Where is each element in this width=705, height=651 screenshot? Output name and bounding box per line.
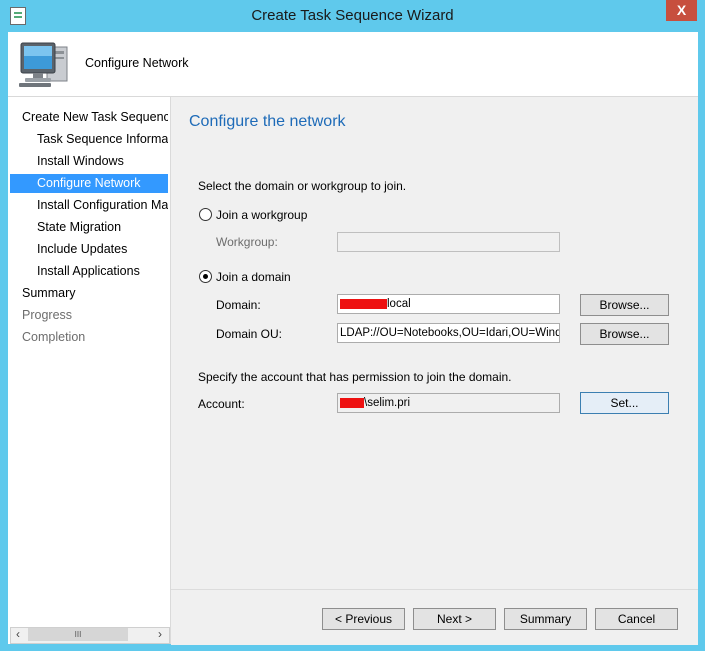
account-label: Account:: [198, 397, 245, 411]
join-workgroup-label[interactable]: Join a workgroup: [216, 208, 307, 222]
workgroup-label: Workgroup:: [216, 235, 278, 249]
domain-label: Domain:: [216, 298, 261, 312]
summary-button[interactable]: Summary: [504, 608, 587, 630]
computer-icon: [19, 42, 68, 87]
domain-ou-field[interactable]: LDAP://OU=Notebooks,OU=Idari,OU=Windows: [337, 323, 560, 343]
nav-item-create-new-task-sequence[interactable]: Create New Task Sequence: [22, 107, 168, 127]
nav-item-progress: Progress: [22, 308, 73, 322]
nav-item-install-windows[interactable]: Install Windows: [37, 151, 168, 171]
set-account-button[interactable]: Set...: [580, 392, 669, 414]
account-field: \selim.pri: [337, 393, 560, 413]
nav-item-configure-network[interactable]: Configure Network: [37, 173, 168, 193]
nav-item-summary[interactable]: Summary: [22, 283, 168, 303]
join-workgroup-radio[interactable]: [199, 208, 212, 221]
join-domain-label[interactable]: Join a domain: [216, 270, 291, 284]
nav-item-state-migration[interactable]: State Migration: [37, 217, 168, 237]
domain-value: local: [387, 298, 411, 310]
workgroup-field[interactable]: [337, 232, 560, 252]
page-heading: Configure the network: [189, 113, 346, 130]
radio-selected-dot: [203, 274, 208, 279]
account-value: \selim.pri: [364, 397, 411, 409]
header-title: Configure Network: [85, 56, 189, 70]
nav-item-install-configuration-manager[interactable]: Install Configuration Manager: [37, 195, 168, 215]
redacted-text: [340, 298, 387, 309]
nav-item-task-sequence-information[interactable]: Task Sequence Information: [37, 129, 168, 149]
scroll-right-arrow-icon[interactable]: ›: [152, 627, 168, 642]
join-instruction: Select the domain or workgroup to join.: [198, 179, 407, 193]
nav-item-install-applications[interactable]: Install Applications: [37, 261, 168, 281]
join-domain-radio[interactable]: [199, 270, 212, 283]
account-instruction: Specify the account that has permission …: [198, 370, 512, 384]
scroll-thumb[interactable]: III: [28, 628, 128, 641]
domain-ou-label: Domain OU:: [216, 327, 283, 341]
browse-domain-ou-button[interactable]: Browse...: [580, 323, 669, 345]
next-button[interactable]: Next >: [413, 608, 496, 630]
nav-item-completion: Completion: [22, 330, 86, 344]
previous-button[interactable]: < Previous: [322, 608, 405, 630]
scroll-left-arrow-icon[interactable]: ‹: [10, 627, 26, 642]
domain-field[interactable]: local: [337, 294, 560, 314]
window-title: Create Task Sequence Wizard: [251, 7, 454, 24]
cancel-button[interactable]: Cancel: [595, 608, 678, 630]
close-button[interactable]: X: [666, 0, 697, 21]
nav-item-include-updates[interactable]: Include Updates: [37, 239, 168, 259]
browse-domain-button[interactable]: Browse...: [580, 294, 669, 316]
redacted-text: [340, 397, 364, 408]
